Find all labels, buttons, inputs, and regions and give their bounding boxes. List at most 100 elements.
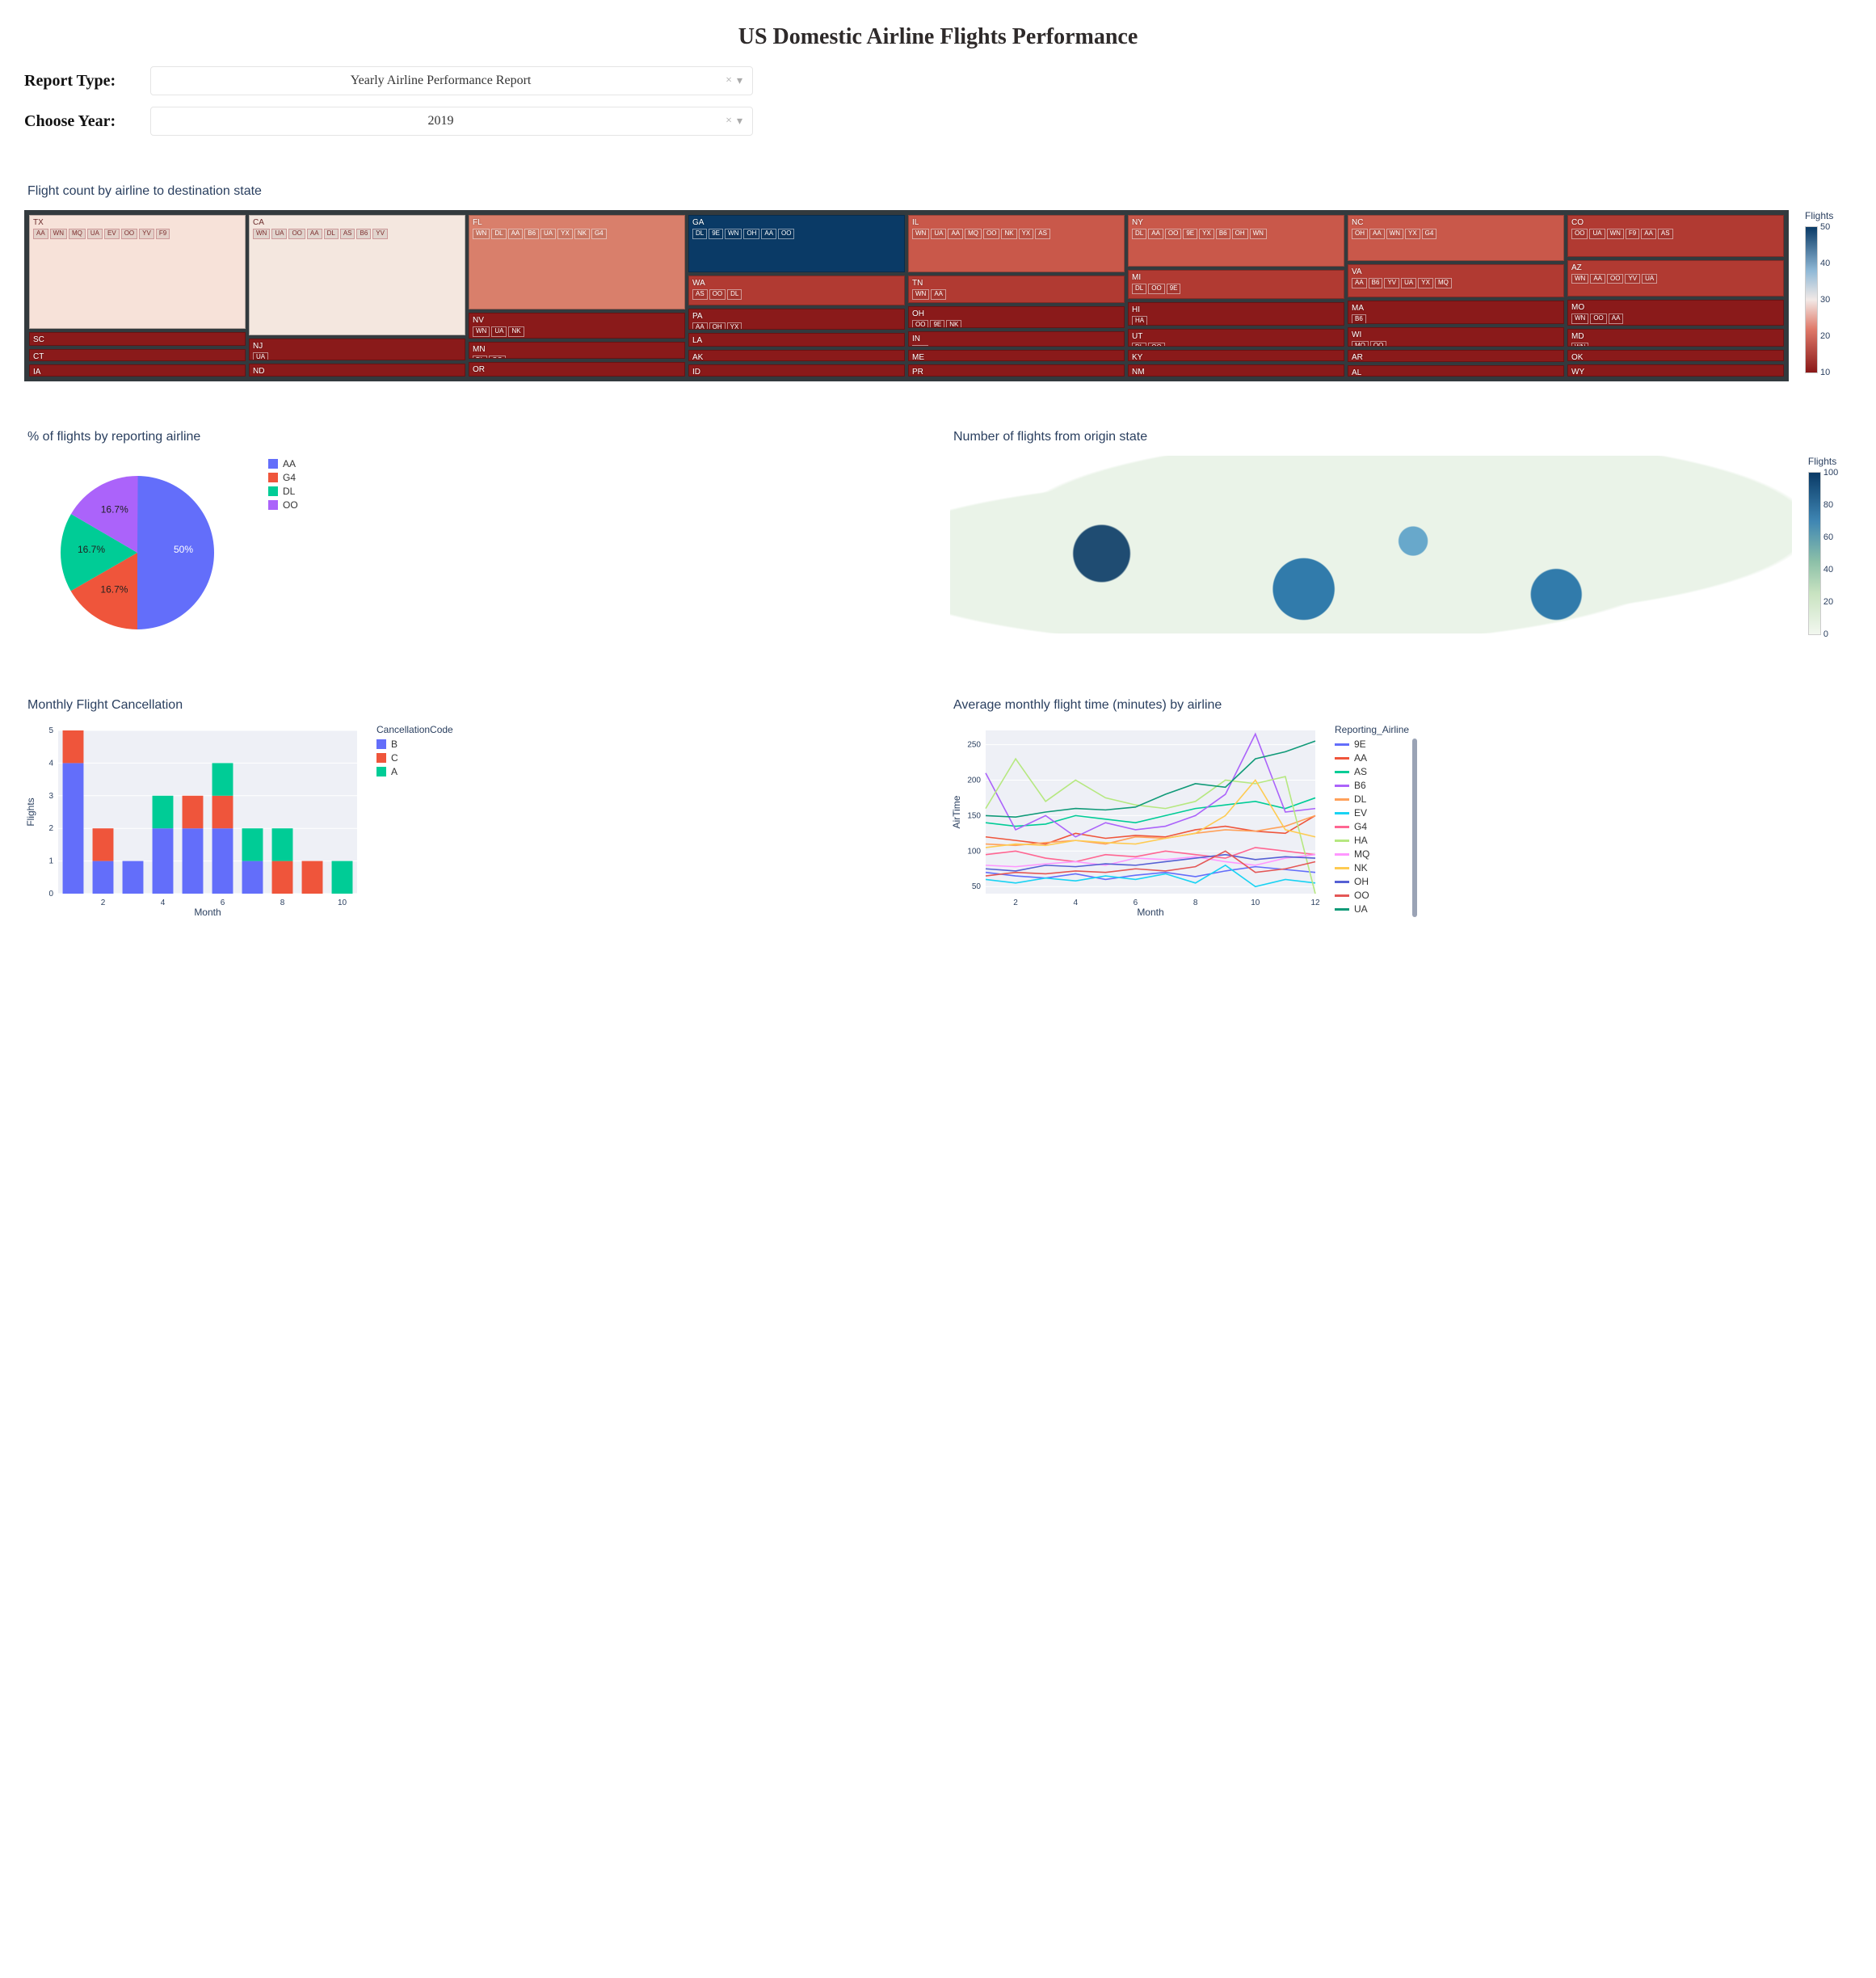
treemap-cell[interactable]: AA: [692, 322, 708, 330]
treemap-state-MA[interactable]: MAB6: [1348, 301, 1564, 324]
legend-item[interactable]: AS: [1335, 766, 1409, 777]
treemap-state-NY[interactable]: NYDLAAOO9EYXB6OHWN: [1128, 215, 1344, 267]
treemap-cell[interactable]: MQ: [965, 229, 982, 239]
treemap-cell[interactable]: UA: [491, 326, 507, 337]
legend-item[interactable]: EV: [1335, 807, 1409, 819]
treemap-cell[interactable]: YV: [139, 229, 154, 239]
treemap-cell[interactable]: AS: [692, 289, 708, 300]
bar-segment[interactable]: [332, 861, 353, 894]
treemap-cell[interactable]: WN: [1607, 229, 1624, 239]
treemap-cell[interactable]: YV: [1384, 278, 1399, 288]
treemap-state-NV[interactable]: NVWNUANK: [469, 313, 685, 339]
bar-segment[interactable]: [63, 730, 84, 763]
treemap-cell[interactable]: OO: [1571, 229, 1588, 239]
treemap-cell[interactable]: WN: [253, 229, 270, 239]
treemap-state-MI[interactable]: MIDLOO9E: [1128, 270, 1344, 299]
bar-segment[interactable]: [212, 763, 233, 795]
treemap-state-AK[interactable]: AKAS: [688, 350, 905, 362]
treemap-cell[interactable]: WN: [1571, 314, 1588, 324]
treemap-chart[interactable]: TXAAWNMQUAEVOOYVF9SCOOCTOOIAOOCAWNUAOOAA…: [24, 210, 1789, 381]
treemap-cell[interactable]: OO: [1607, 274, 1623, 284]
treemap-cell[interactable]: UA: [1401, 278, 1416, 288]
legend-item[interactable]: B6: [1335, 780, 1409, 791]
treemap-state-GA[interactable]: GADL9EWNOHAAOO: [688, 215, 905, 272]
legend-item[interactable]: G4: [268, 472, 298, 483]
treemap-cell[interactable]: B6: [1352, 314, 1366, 324]
legend-item[interactable]: DL: [268, 486, 298, 497]
treemap-state-VA[interactable]: VAAAB6YVUAYXMQ: [1348, 264, 1564, 297]
treemap-cell[interactable]: YX: [1405, 229, 1420, 239]
treemap-cell[interactable]: DL: [491, 229, 506, 239]
treemap-cell[interactable]: B6: [524, 229, 539, 239]
treemap-cell[interactable]: OO: [121, 229, 137, 239]
treemap-cell[interactable]: G4: [1422, 229, 1437, 239]
treemap-cell[interactable]: 9E: [930, 320, 944, 328]
treemap-cell[interactable]: AA: [761, 229, 776, 239]
treemap-cell[interactable]: OH: [743, 229, 759, 239]
treemap-state-SC[interactable]: SCOO: [29, 332, 246, 346]
treemap-state-FL[interactable]: FLWNDLAAB6UAYXNKG4: [469, 215, 685, 309]
treemap-cell[interactable]: AA: [33, 229, 48, 239]
treemap-state-UT[interactable]: UTDLOO: [1128, 329, 1344, 346]
treemap-cell[interactable]: UA: [87, 229, 103, 239]
treemap-cell[interactable]: WN: [1571, 274, 1588, 284]
treemap-cell[interactable]: DL: [324, 229, 339, 239]
treemap-state-TX[interactable]: TXAAWNMQUAEVOOYVF9: [29, 215, 246, 329]
treemap-state-WI[interactable]: WIMQOO: [1348, 327, 1564, 347]
treemap-cell[interactable]: OO: [1148, 284, 1164, 294]
treemap-cell[interactable]: OO: [1165, 229, 1181, 239]
treemap-state-CA[interactable]: CAWNUAOOAADLASB6YV: [249, 215, 465, 335]
treemap-cell[interactable]: UA: [253, 352, 268, 360]
treemap-cell[interactable]: NK: [508, 326, 524, 337]
treemap-state-TN[interactable]: TNWNAA: [908, 276, 1125, 303]
treemap-cell[interactable]: DL: [692, 229, 707, 239]
legend-item[interactable]: AA: [1335, 752, 1409, 764]
report-type-dropdown[interactable]: Yearly Airline Performance Report × ▾: [150, 66, 753, 95]
treemap-cell[interactable]: YV: [372, 229, 388, 239]
treemap-cell[interactable]: 9E: [709, 229, 723, 239]
bar-segment[interactable]: [212, 828, 233, 894]
treemap-cell[interactable]: UA: [541, 229, 556, 239]
year-dropdown[interactable]: 2019 × ▾: [150, 107, 753, 136]
treemap-cell[interactable]: AA: [1148, 229, 1163, 239]
treemap-state-CO[interactable]: COOOUAWNF9AAAS: [1567, 215, 1784, 257]
treemap-state-PR[interactable]: PRB6: [908, 364, 1125, 377]
treemap-state-AR[interactable]: ARMQ: [1348, 350, 1564, 361]
treemap-cell[interactable]: NK: [574, 229, 590, 239]
treemap-cell[interactable]: OO: [489, 356, 505, 359]
treemap-cell[interactable]: F9: [156, 229, 170, 239]
treemap-cell[interactable]: B6: [1216, 229, 1230, 239]
treemap-cell[interactable]: WN: [473, 326, 490, 337]
treemap-cell[interactable]: AA: [1352, 278, 1367, 288]
treemap-cell[interactable]: WN: [1250, 229, 1267, 239]
treemap-cell[interactable]: OO: [1370, 341, 1386, 347]
treemap-state-KY[interactable]: KYOO: [1128, 350, 1344, 362]
treemap-cell[interactable]: OO: [1590, 314, 1606, 324]
legend-item[interactable]: DL: [1335, 793, 1409, 805]
treemap-cell[interactable]: OO: [912, 345, 928, 347]
bar-segment[interactable]: [242, 861, 263, 894]
treemap-cell[interactable]: AA: [1641, 229, 1656, 239]
legend-item[interactable]: OH: [1335, 876, 1409, 887]
treemap-cell[interactable]: DL: [1132, 343, 1146, 346]
treemap-state-HI[interactable]: HIHA: [1128, 302, 1344, 326]
treemap-cell[interactable]: 9E: [1183, 229, 1197, 239]
treemap-cell[interactable]: WN: [912, 229, 929, 239]
clear-icon[interactable]: ×: [726, 115, 732, 128]
bar-segment[interactable]: [123, 861, 144, 894]
treemap-cell[interactable]: DL: [1132, 229, 1146, 239]
treemap-state-NJ[interactable]: NJUA: [249, 339, 465, 360]
pie-chart[interactable]: 50%16.7%16.7%16.7%: [24, 456, 250, 650]
treemap-cell[interactable]: AA: [1590, 274, 1605, 284]
treemap-cell[interactable]: YX: [557, 229, 573, 239]
legend-item[interactable]: HA: [1335, 835, 1409, 846]
treemap-state-MO[interactable]: MOWNOOAA: [1567, 300, 1784, 326]
treemap-cell[interactable]: OH: [709, 322, 726, 330]
treemap-state-OR[interactable]: ORASOO: [469, 362, 685, 377]
legend-item[interactable]: B: [376, 739, 453, 750]
legend-item[interactable]: A: [376, 766, 453, 777]
treemap-state-CT[interactable]: CTOO: [29, 349, 246, 361]
bar-segment[interactable]: [272, 861, 293, 894]
treemap-state-MN[interactable]: MNDLOO: [469, 342, 685, 359]
treemap-cell[interactable]: DL: [727, 289, 742, 300]
